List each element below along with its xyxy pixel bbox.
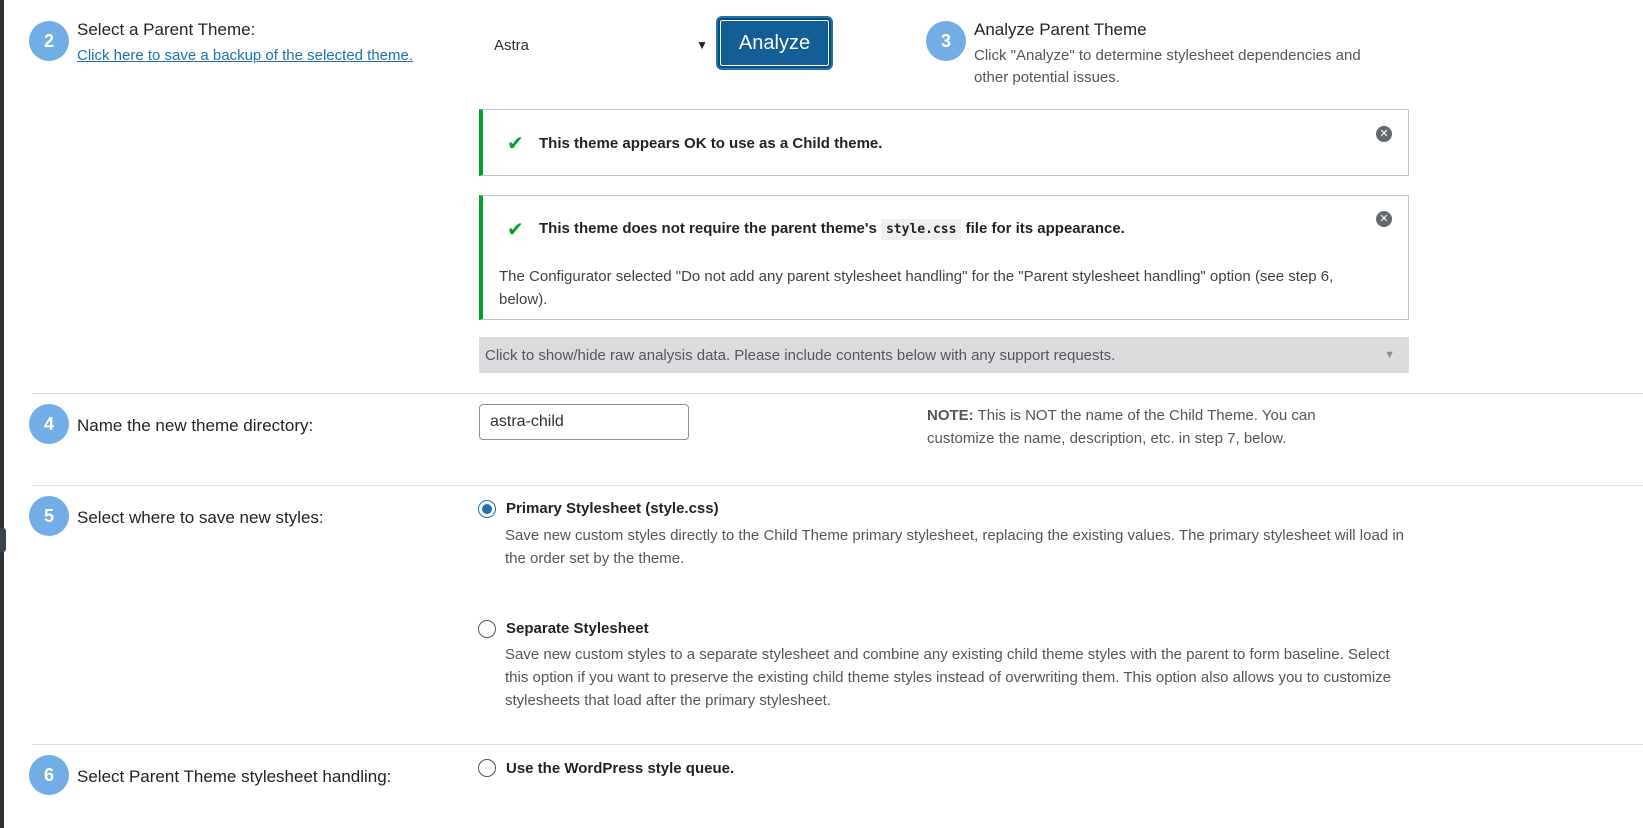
checkmark-icon: ✔ <box>507 219 524 241</box>
step-4-label: Name the new theme directory: <box>77 416 314 435</box>
notice-stylesheet: ✔ This theme does not require the parent… <box>479 195 1409 320</box>
separate-stylesheet-description: Save new custom styles to a separate sty… <box>505 646 1391 709</box>
chevron-down-icon: ▼ <box>696 38 708 52</box>
parent-theme-selected-value: Astra <box>494 36 530 54</box>
wp-style-queue-label[interactable]: Use the WordPress style queue. <box>506 760 734 777</box>
section-divider <box>32 744 1643 745</box>
notice-stylesheet-text: This theme does not require the parent t… <box>539 219 1125 240</box>
parent-theme-select[interactable]: Astra ▼ <box>494 28 714 62</box>
notice-text-after: file for its appearance. <box>965 220 1125 237</box>
raw-analysis-label: Click to show/hide raw analysis data. Pl… <box>485 346 1116 364</box>
step-4-badge: 4 <box>29 404 69 444</box>
chevron-down-icon: ▼ <box>1384 349 1395 361</box>
checkmark-icon: ✔ <box>507 133 524 155</box>
notice-theme-ok-text: This theme appears OK to use as a Child … <box>539 135 883 152</box>
primary-stylesheet-label[interactable]: Primary Stylesheet (style.css) <box>506 500 719 517</box>
separate-stylesheet-label[interactable]: Separate Stylesheet <box>506 620 649 637</box>
note-text: This is NOT the name of the Child Theme.… <box>927 407 1316 447</box>
analyze-button[interactable]: Analyze <box>718 18 831 68</box>
section-divider <box>32 485 1643 486</box>
primary-stylesheet-radio[interactable] <box>478 500 496 518</box>
theme-directory-input[interactable] <box>479 404 689 440</box>
step-6-label: Select Parent Theme stylesheet handling: <box>77 767 392 786</box>
backup-theme-link[interactable]: Click here to save a backup of the selec… <box>77 47 413 64</box>
admin-sidebar-edge <box>0 0 6 828</box>
step-2-badge: 2 <box>29 21 69 61</box>
step-3-badge: 3 <box>926 21 966 61</box>
dismiss-icon[interactable]: ✕ <box>1376 126 1392 142</box>
sidebar-collapse-handle[interactable] <box>0 528 6 552</box>
section-divider <box>32 393 1643 394</box>
step-3-title: Analyze Parent Theme <box>974 20 1147 39</box>
step-3-description: Click "Analyze" to determine stylesheet … <box>974 47 1361 86</box>
separate-stylesheet-radio[interactable] <box>478 620 496 638</box>
primary-stylesheet-description: Save new custom styles directly to the C… <box>505 527 1405 567</box>
step-6-badge: 6 <box>29 755 69 795</box>
stylesheet-filename-code: style.css <box>880 219 962 240</box>
step-2-label: Select a Parent Theme: <box>77 20 256 39</box>
step-5-badge: 5 <box>29 496 69 536</box>
note-label: NOTE: <box>927 407 974 424</box>
step-5-label: Select where to save new styles: <box>77 508 324 527</box>
raw-analysis-toggle[interactable]: Click to show/hide raw analysis data. Pl… <box>479 337 1409 373</box>
notice-text-before: This theme does not require the parent t… <box>539 220 877 237</box>
theme-directory-note: NOTE: This is NOT the name of the Child … <box>927 404 1347 450</box>
notice-theme-ok: ✔ This theme appears OK to use as a Chil… <box>479 109 1409 176</box>
wp-style-queue-radio[interactable] <box>478 759 496 777</box>
notice-stylesheet-body: The Configurator selected "Do not add an… <box>499 268 1334 308</box>
dismiss-icon[interactable]: ✕ <box>1376 211 1392 227</box>
